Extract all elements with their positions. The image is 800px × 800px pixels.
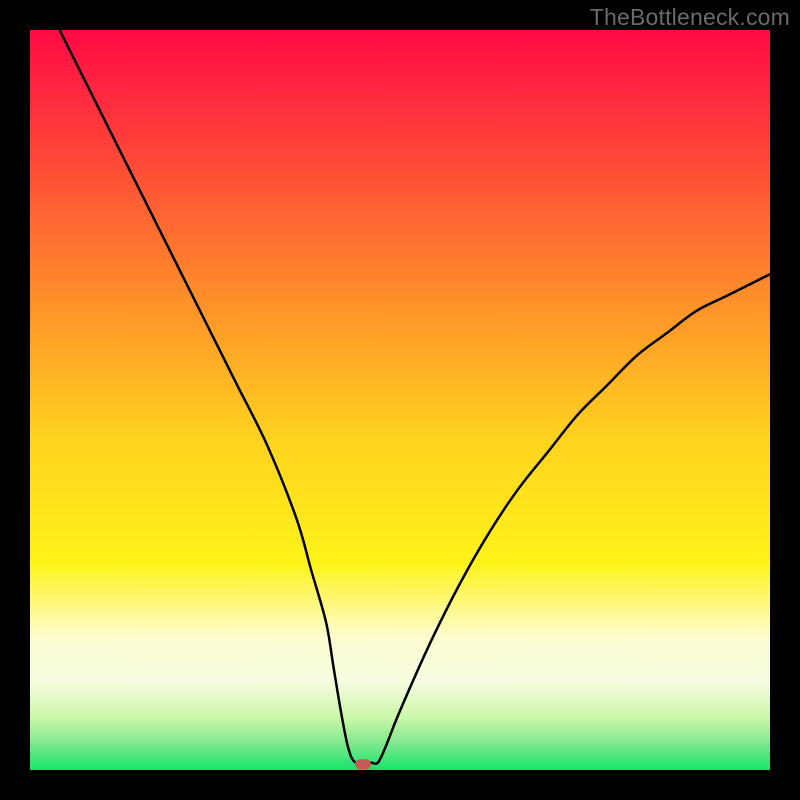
- optimal-point-marker: [355, 759, 371, 769]
- plot-area: [30, 30, 770, 770]
- bottleneck-curve-chart: [30, 30, 770, 770]
- watermark-text: TheBottleneck.com: [590, 4, 790, 31]
- chart-frame: TheBottleneck.com: [0, 0, 800, 800]
- gradient-background: [30, 30, 770, 770]
